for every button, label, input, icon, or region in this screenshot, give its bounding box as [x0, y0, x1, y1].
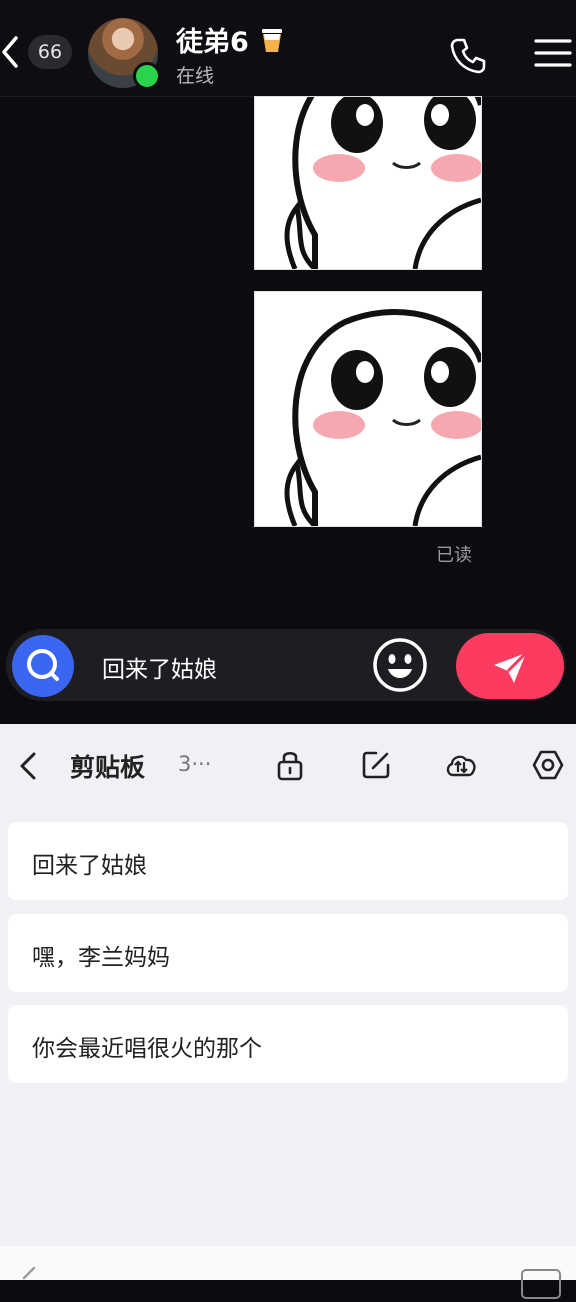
send-icon — [494, 651, 528, 683]
keyboard-bottom-strip — [0, 1246, 576, 1299]
clipboard-item[interactable]: 回来了姑娘 — [8, 822, 568, 900]
clipboard-toolbar: 剪贴板 3··· — [0, 724, 576, 808]
send-button[interactable] — [456, 633, 564, 699]
search-icon — [27, 649, 59, 681]
online-status-dot — [133, 62, 161, 90]
clipboard-item-text: 回来了姑娘 — [32, 853, 147, 879]
message-input-bar — [0, 622, 576, 708]
clipboard-count: 3··· — [178, 752, 212, 776]
chevron-left-icon[interactable] — [14, 746, 44, 786]
emoji-icon[interactable] — [372, 637, 428, 693]
search-button[interactable] — [12, 635, 74, 697]
sticker-message[interactable] — [254, 291, 482, 527]
back-arrow-icon[interactable] — [0, 30, 24, 74]
message-input[interactable] — [102, 650, 362, 684]
clipboard-item-text: 你会最近唱很火的那个 — [32, 1036, 262, 1062]
unread-count-badge[interactable]: 66 — [28, 35, 72, 69]
cloud-sync-icon[interactable] — [444, 748, 478, 782]
clipboard-panel: 剪贴板 3··· 回来了姑娘 嘿，李兰妈妈 你会最近唱很火的那个 — [0, 724, 576, 1280]
clipboard-title: 剪贴板 — [70, 753, 146, 782]
phone-icon[interactable] — [448, 36, 488, 76]
blush-ghost-sticker — [255, 292, 481, 526]
cup-icon — [262, 29, 283, 52]
clipboard-item[interactable]: 你会最近唱很火的那个 — [8, 1005, 568, 1083]
lock-icon[interactable] — [273, 748, 307, 782]
menu-icon[interactable] — [532, 36, 572, 70]
sticker-message[interactable] — [254, 96, 482, 270]
keyboard-switch-icon[interactable] — [520, 1268, 564, 1302]
clipboard-item[interactable]: 嘿，李兰妈妈 — [8, 914, 568, 992]
chat-header: 66 徒弟6 在线 — [0, 0, 576, 97]
settings-icon[interactable] — [531, 748, 565, 782]
chevron-left-icon[interactable] — [14, 1262, 44, 1296]
contact-name[interactable]: 徒弟6 — [176, 20, 286, 59]
blush-ghost-sticker — [255, 97, 481, 269]
contact-name-text: 徒弟6 — [176, 27, 249, 58]
contact-status: 在线 — [176, 65, 215, 87]
clipboard-item-text: 嘿，李兰妈妈 — [32, 945, 170, 971]
read-receipt: 已读 — [436, 545, 472, 566]
edit-icon[interactable] — [359, 748, 393, 782]
